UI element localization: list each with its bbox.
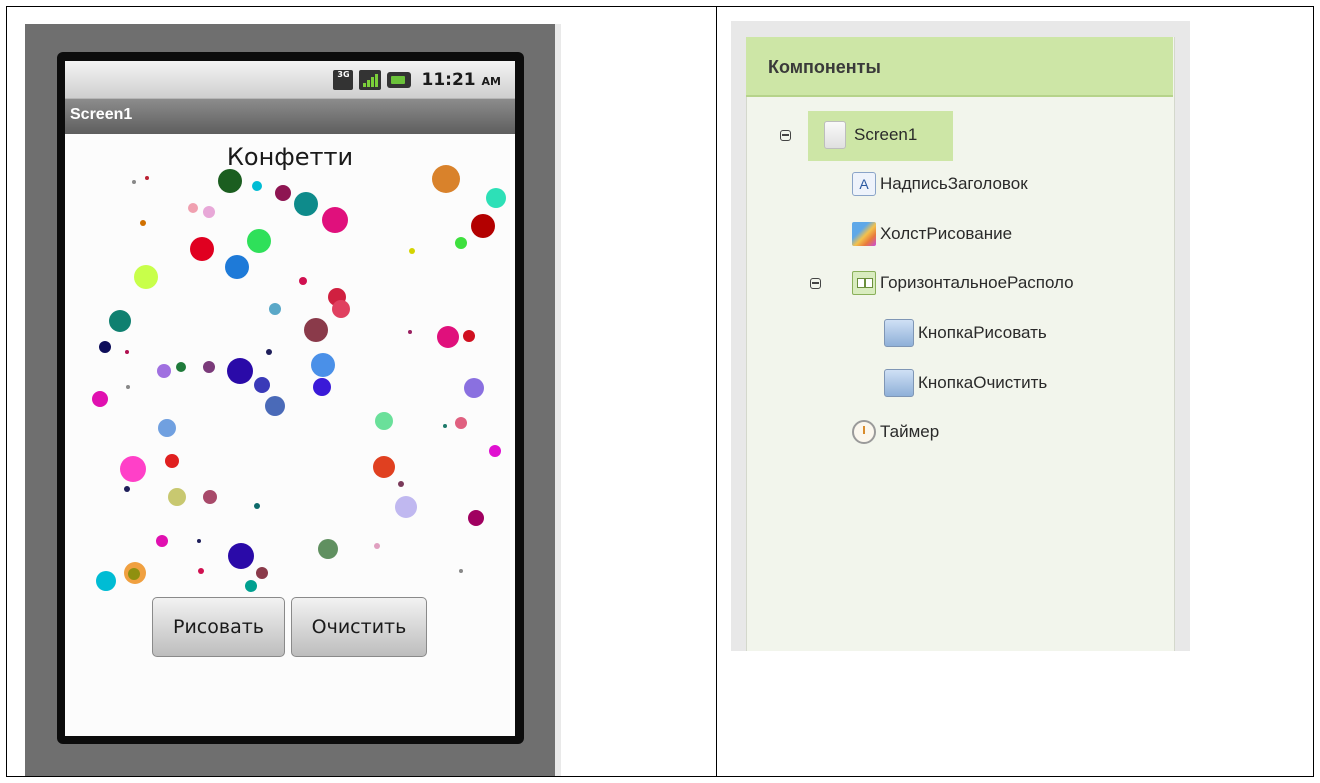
- tree-item-draw-button[interactable]: КнопкаРисовать: [884, 319, 1047, 347]
- horizontal-arrangement-icon: [852, 271, 876, 295]
- confetti-dot: [245, 580, 257, 592]
- confetti-dot: [471, 214, 495, 238]
- confetti-dot: [304, 318, 328, 342]
- confetti-dot: [275, 185, 291, 201]
- confetti-dot: [254, 503, 260, 509]
- confetti-dot: [203, 206, 215, 218]
- confetti-dot: [375, 412, 393, 430]
- confetti-dot: [157, 364, 171, 378]
- confetti-dot: [132, 180, 136, 184]
- canvas-icon: [852, 222, 876, 246]
- label-icon: A: [852, 172, 876, 196]
- confetti-dot: [455, 417, 467, 429]
- confetti-dot: [92, 391, 108, 407]
- confetti-dot: [256, 567, 268, 579]
- confetti-dot: [254, 377, 270, 393]
- confetti-dot: [374, 543, 380, 549]
- collapse-screen1-toggle[interactable]: [780, 130, 791, 141]
- confetti-dot: [188, 203, 198, 213]
- confetti-dot: [158, 419, 176, 437]
- tree-item-screen1[interactable]: Screen1: [824, 121, 917, 149]
- confetti-dot: [464, 378, 484, 398]
- confetti-dot: [203, 490, 217, 504]
- confetti-dot: [459, 569, 463, 573]
- confetti-dot: [373, 456, 395, 478]
- confetti-dot: [266, 349, 272, 355]
- confetti-dot: [198, 568, 204, 574]
- confetti-dot: [322, 207, 348, 233]
- confetti-dot: [128, 568, 140, 580]
- confetti-dot: [299, 277, 307, 285]
- confetti-dot: [395, 496, 417, 518]
- confetti-dot: [313, 378, 331, 396]
- confetti-dot: [489, 445, 501, 457]
- button-icon: [884, 369, 914, 397]
- tree-item-horizontal-arrangement[interactable]: ГоризонтальноеРасполо: [852, 271, 1172, 295]
- confetti-dot: [218, 169, 242, 193]
- confetti-dot: [168, 488, 186, 506]
- confetti-dot: [437, 326, 459, 348]
- tree-item-clear-button[interactable]: КнопкаОчистить: [884, 369, 1047, 397]
- confetti-dot: [265, 396, 285, 416]
- confetti-dot: [109, 310, 131, 332]
- confetti-dot: [156, 535, 168, 547]
- timer-icon: [852, 420, 876, 444]
- confetti-dot: [227, 358, 253, 384]
- confetti-dot: [332, 300, 350, 318]
- confetti-dot: [294, 192, 318, 216]
- confetti-dot: [145, 176, 149, 180]
- tree-item-canvas[interactable]: ХолстРисование: [852, 222, 1012, 246]
- confetti-dot: [468, 510, 484, 526]
- confetti-dot: [225, 255, 249, 279]
- confetti-dot: [140, 220, 146, 226]
- clear-button[interactable]: Очистить: [291, 597, 427, 657]
- confetti-dot: [176, 362, 186, 372]
- tree-item-label[interactable]: A НадписьЗаголовок: [852, 172, 1028, 196]
- screen-icon: [824, 121, 846, 149]
- confetti-dot: [126, 385, 130, 389]
- collapse-arrangement-toggle[interactable]: [810, 278, 821, 289]
- confetti-dot: [190, 237, 214, 261]
- app-title-label: Конфетти: [226, 143, 354, 171]
- confetti-dot: [203, 361, 215, 373]
- confetti-dot: [408, 330, 412, 334]
- phone-screen: 3G 11:21 AM Screen1 Конфетти Рисовать Оч…: [65, 61, 515, 736]
- confetti-dot: [409, 248, 415, 254]
- emulator-edge: [555, 24, 561, 776]
- confetti-dot: [463, 330, 475, 342]
- confetti-dot: [247, 229, 271, 253]
- confetti-dot: [252, 181, 262, 191]
- confetti-dot: [269, 303, 281, 315]
- confetti-dot: [124, 486, 130, 492]
- confetti-dot: [99, 341, 111, 353]
- button-icon: [884, 319, 914, 347]
- tree-item-timer[interactable]: Таймер: [852, 420, 939, 444]
- components-title: Компоненты: [768, 57, 881, 77]
- confetti-dot: [165, 454, 179, 468]
- confetti-dot: [134, 265, 158, 289]
- confetti-dot: [455, 237, 467, 249]
- confetti-dot: [228, 543, 254, 569]
- confetti-dot: [486, 188, 506, 208]
- confetti-dot: [125, 350, 129, 354]
- confetti-dot: [197, 539, 201, 543]
- confetti-dot: [398, 481, 404, 487]
- draw-button[interactable]: Рисовать: [152, 597, 285, 657]
- confetti-dot: [96, 571, 116, 591]
- confetti-dot: [318, 539, 338, 559]
- confetti-dot: [443, 424, 447, 428]
- confetti-dot: [120, 456, 146, 482]
- components-header: Компоненты: [746, 37, 1173, 97]
- confetti-dot: [311, 353, 335, 377]
